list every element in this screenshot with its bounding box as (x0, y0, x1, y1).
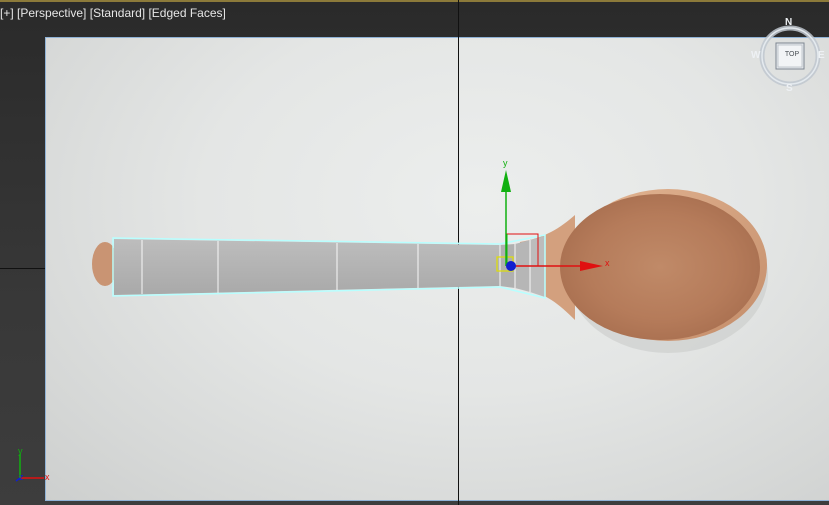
viewport-point-of-view-menu[interactable]: [Perspective] (17, 6, 86, 20)
perspective-viewport[interactable]: y x [+] [Perspective] [Standard] [Edged … (0, 0, 829, 505)
viewport-label-bar: [+] [Perspective] [Standard] [Edged Face… (0, 6, 226, 24)
tripod-x-label: x (45, 472, 50, 482)
gizmo-x-label: x (605, 258, 610, 268)
viewcube-west[interactable]: W (751, 50, 760, 61)
viewcube-north[interactable]: N (785, 17, 792, 28)
viewcube-south[interactable]: S (786, 83, 793, 94)
tripod-y-label: y (18, 446, 23, 456)
viewport-general-menu[interactable]: [+] (0, 6, 14, 20)
handle-mesh[interactable] (112, 234, 546, 299)
viewcube-east[interactable]: E (818, 50, 825, 61)
scene-geometry: y x (92, 158, 768, 353)
tripod-z-label: z (19, 472, 24, 482)
viewport-shading-menu[interactable]: [Standard] (90, 6, 145, 20)
viewport-display-menu[interactable]: [Edged Faces] (148, 6, 225, 20)
viewcube-face-top[interactable]: TOP (780, 51, 804, 58)
gizmo-y-label: y (503, 158, 508, 168)
